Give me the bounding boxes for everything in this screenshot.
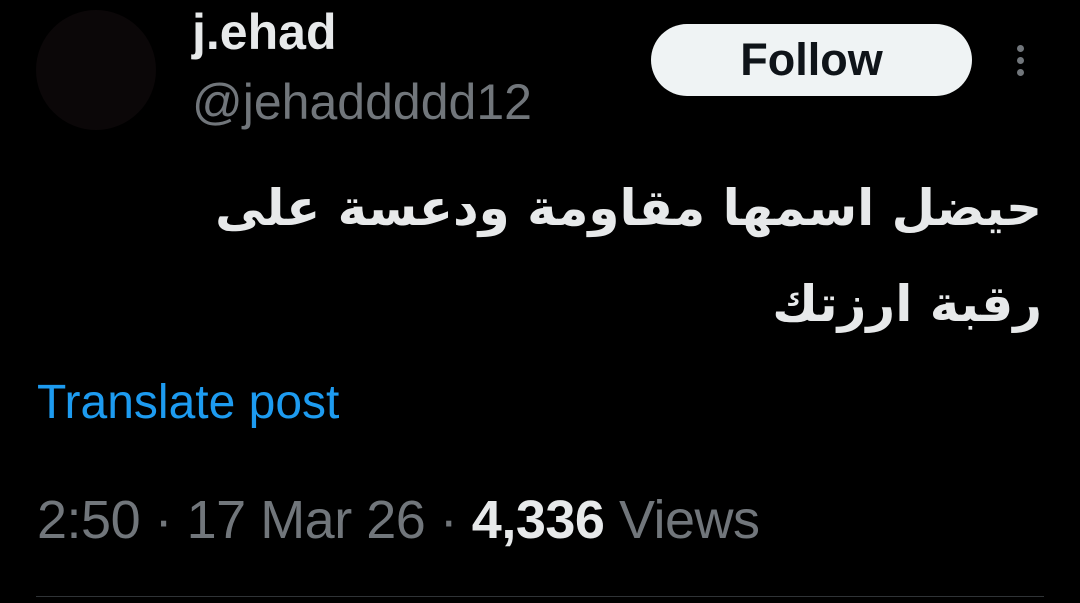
translate-post-link[interactable]: Translate post: [37, 372, 339, 434]
views-label: Views: [618, 490, 760, 550]
author-handle[interactable]: @jehaddddd12: [192, 72, 532, 132]
meta-separator: ·: [154, 490, 173, 550]
more-options-button[interactable]: [1000, 36, 1040, 84]
avatar[interactable]: [36, 10, 156, 130]
post-time[interactable]: 2:50: [37, 490, 141, 550]
post-meta: 2:50 · 17 Mar 26 · 4,336 Views: [37, 486, 760, 554]
follow-button[interactable]: Follow: [651, 24, 972, 96]
views-count: 4,336: [471, 490, 605, 550]
divider: [36, 596, 1044, 597]
meta-separator: ·: [439, 490, 458, 550]
more-vertical-icon: [1016, 44, 1024, 76]
author-display-name[interactable]: j.ehad: [192, 2, 336, 62]
post-text: حيضل اسمها مقاومة ودعسة على رقبة ارزتك: [215, 179, 1042, 333]
post-date[interactable]: 17 Mar 26: [187, 490, 426, 550]
